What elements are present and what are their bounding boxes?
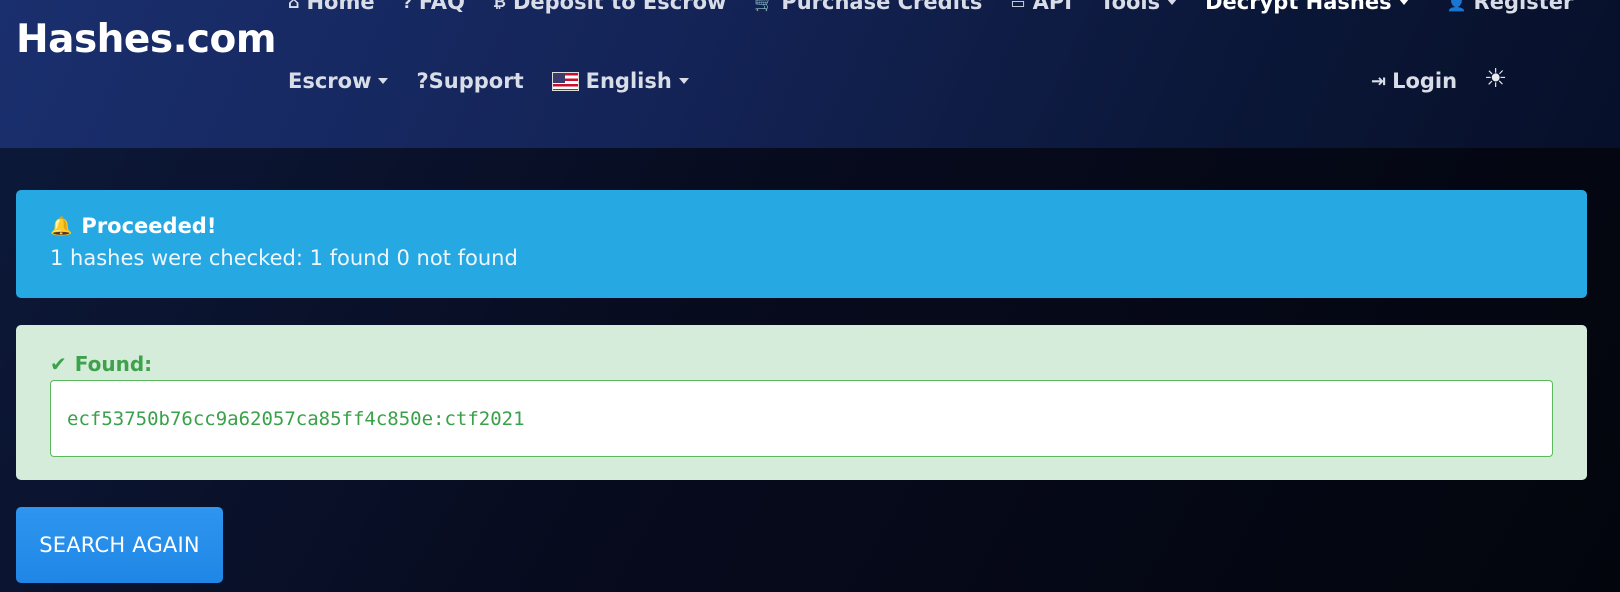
nav-login[interactable]: ⇥ Login	[1371, 66, 1457, 96]
user-plus-icon: 👤	[1446, 0, 1467, 12]
alert-title-text: Proceeded!	[81, 214, 217, 238]
found-result-box[interactable]: ecf53750b76cc9a62057ca85ff4c850e:ctf2021	[50, 380, 1553, 457]
nav-label: Register	[1473, 0, 1574, 14]
bitcoin-icon: ₿	[492, 0, 506, 11]
terminal-icon: ▭	[1010, 0, 1026, 12]
found-panel: ✔ Found: ecf53750b76cc9a62057ca85ff4c850…	[16, 325, 1587, 480]
nav-label: FAQ	[418, 0, 465, 14]
us-flag-icon	[551, 71, 579, 91]
nav-escrow-dropdown[interactable]: Escrow	[288, 69, 389, 93]
search-again-button[interactable]: SEARCH AGAIN	[16, 507, 223, 583]
nav-support[interactable]: ?Support	[416, 69, 523, 93]
nav-decrypt-hashes-dropdown[interactable]: Decrypt Hashes	[1205, 0, 1409, 14]
alert-title: 🔔 Proceeded!	[50, 214, 1553, 238]
nav-label: Tools	[1100, 0, 1161, 14]
theme-toggle-sun-icon[interactable]: ☀	[1484, 64, 1507, 94]
nav-tools-dropdown[interactable]: Tools	[1100, 0, 1178, 14]
nav-faq[interactable]: ? FAQ	[403, 0, 465, 14]
nav-label: ?Support	[416, 69, 524, 93]
nav-primary: ⌂ Home ? FAQ ₿ Deposit to Escrow 🛒 Purch…	[288, 0, 1601, 17]
nav-label: Escrow	[288, 69, 372, 93]
nav-label: API	[1032, 0, 1073, 14]
bell-icon: 🔔	[50, 215, 73, 237]
question-icon: ?	[402, 0, 412, 12]
nav-label: Home	[306, 0, 375, 14]
found-title-text: Found:	[74, 352, 153, 376]
caret-down-icon	[678, 78, 689, 84]
caret-down-icon	[1398, 0, 1409, 5]
nav-label: Deposit to Escrow	[512, 0, 727, 14]
caret-down-icon	[378, 78, 389, 84]
top-navbar: Hashes.com ⌂ Home ? FAQ ₿ Deposit to Esc…	[0, 0, 1620, 148]
caret-down-icon	[1167, 0, 1178, 5]
nav-language-dropdown[interactable]: English	[551, 69, 689, 93]
brand-logo[interactable]: Hashes.com	[16, 17, 276, 62]
alert-message: 1 hashes were checked: 1 found 0 not fou…	[50, 246, 518, 270]
nav-label: English	[585, 69, 672, 93]
home-icon: ⌂	[288, 0, 300, 12]
nav-deposit-escrow[interactable]: ₿ Deposit to Escrow	[493, 0, 726, 14]
nav-secondary: Escrow ?Support English	[288, 66, 717, 96]
nav-home[interactable]: ⌂ Home	[288, 0, 375, 14]
found-title: ✔ Found:	[50, 352, 152, 376]
nav-register[interactable]: 👤 Register	[1447, 0, 1574, 14]
check-icon: ✔	[50, 352, 67, 376]
login-label: Login	[1392, 69, 1458, 93]
nav-label: Decrypt Hashes	[1205, 0, 1392, 14]
nav-api[interactable]: ▭ API	[1010, 0, 1072, 14]
cart-icon: 🛒	[754, 0, 775, 12]
nav-label: Purchase Credits	[781, 0, 983, 14]
sign-in-icon: ⇥	[1371, 70, 1387, 92]
proceeded-alert: 🔔 Proceeded! 1 hashes were checked: 1 fo…	[16, 190, 1587, 298]
nav-purchase-credits[interactable]: 🛒 Purchase Credits	[754, 0, 982, 14]
